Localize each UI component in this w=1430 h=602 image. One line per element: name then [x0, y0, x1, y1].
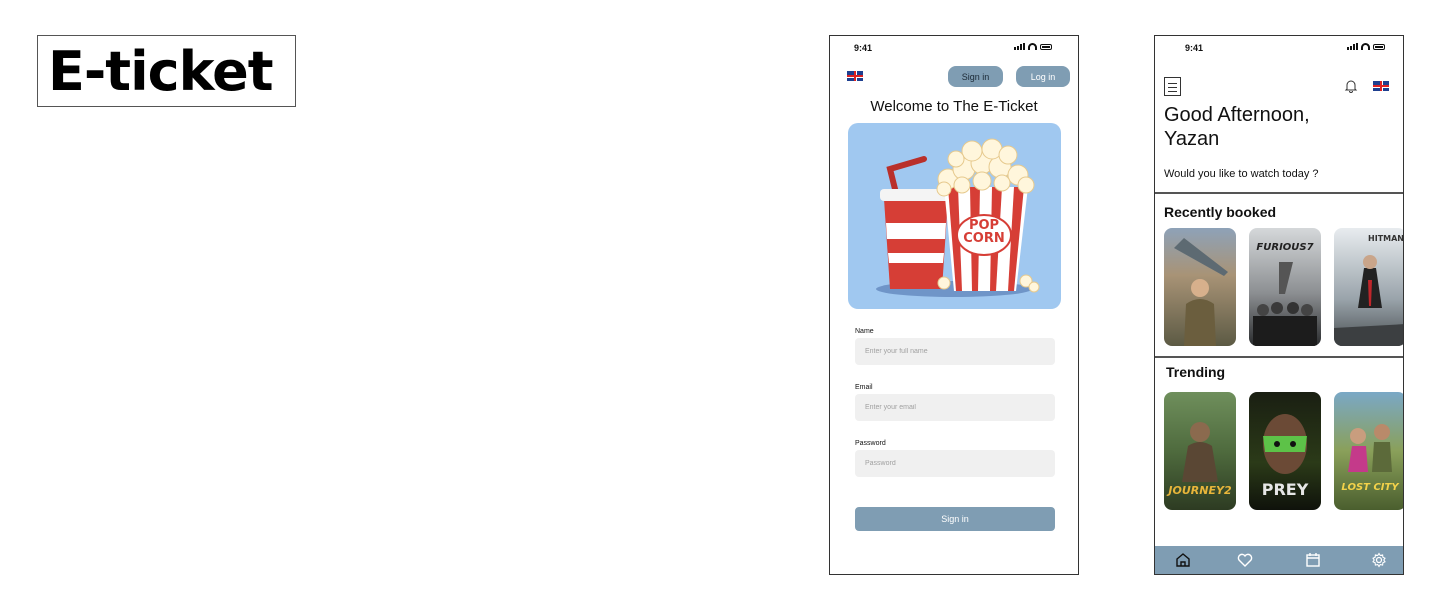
poster-trending-2[interactable]: PREY	[1249, 392, 1321, 510]
status-bar: 9:41	[830, 36, 1078, 58]
signup-screen: 9:41 Sign in Log in Welcome to The E-Tic…	[829, 35, 1079, 575]
heart-icon[interactable]	[1237, 552, 1253, 568]
signal-icon	[1347, 43, 1358, 50]
bottom-tab-bar	[1155, 546, 1403, 574]
greeting-title: Good Afternoon, Yazan	[1164, 104, 1310, 150]
hero-text-line2: CORN	[963, 231, 1005, 246]
welcome-title: Welcome to The E-Ticket	[870, 98, 1038, 115]
wifi-icon	[1361, 43, 1370, 50]
poster-recent-1[interactable]	[1164, 228, 1236, 346]
poster-recent-2[interactable]: FURIOUS7	[1249, 228, 1321, 346]
email-input[interactable]	[855, 394, 1055, 421]
language-flag-icon[interactable]	[1373, 81, 1389, 91]
home-icon[interactable]	[1175, 552, 1191, 568]
signin-submit-button[interactable]: Sign in	[855, 507, 1055, 531]
signin-top-button[interactable]: Sign in	[948, 66, 1003, 87]
bell-icon[interactable]	[1344, 79, 1358, 93]
home-screen: 9:41 Good Afternoon, Yazan Would you lik…	[1154, 35, 1404, 575]
login-top-button[interactable]: Log in	[1016, 66, 1070, 87]
battery-icon	[1373, 43, 1385, 50]
signal-icon	[1014, 43, 1025, 50]
settings-icon[interactable]	[1371, 552, 1387, 568]
divider	[1155, 356, 1403, 358]
poster-trending-2-title: PREY	[1261, 480, 1309, 499]
popcorn-illustration: POP CORN	[848, 123, 1061, 309]
language-flag-icon[interactable]	[847, 71, 863, 81]
status-bar: 9:41	[1155, 36, 1403, 58]
name-label: Name	[855, 328, 874, 335]
status-time: 9:41	[1185, 43, 1204, 53]
divider	[1155, 192, 1403, 194]
email-label: Email	[855, 384, 873, 391]
brand-title-box: E-ticket	[37, 35, 296, 107]
status-icons	[1014, 43, 1052, 50]
poster-trending-3[interactable]: LOST CITY	[1334, 392, 1403, 510]
calendar-icon[interactable]	[1305, 552, 1321, 568]
menu-icon[interactable]	[1164, 77, 1181, 96]
status-time: 9:41	[854, 43, 873, 53]
greeting-subtitle: Would you like to watch today ?	[1164, 168, 1319, 180]
recently-booked-title: Recently booked	[1164, 204, 1277, 220]
poster-trending-1-title: JOURNEY2	[1168, 484, 1232, 497]
brand-title: E-ticket	[48, 40, 274, 103]
trending-title: Trending	[1166, 364, 1226, 380]
poster-trending-3-title: LOST CITY	[1341, 482, 1399, 493]
password-input[interactable]	[855, 450, 1055, 477]
poster-recent-3[interactable]: HITMAN	[1334, 228, 1403, 346]
password-label: Password	[855, 440, 886, 447]
poster-trending-1[interactable]: JOURNEY2	[1164, 392, 1236, 510]
battery-icon	[1040, 43, 1052, 50]
name-input[interactable]	[855, 338, 1055, 365]
wifi-icon	[1028, 43, 1037, 50]
status-icons	[1347, 43, 1385, 50]
